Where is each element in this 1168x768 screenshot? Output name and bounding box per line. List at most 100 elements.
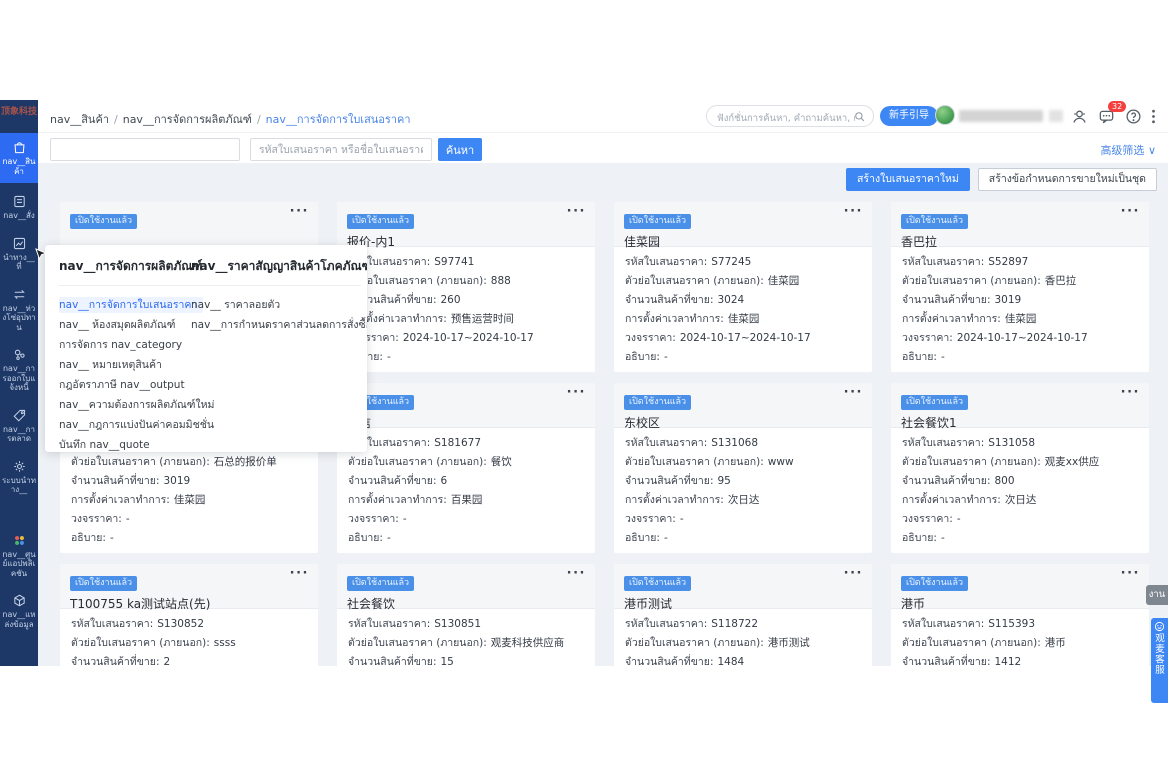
card-more-button[interactable]: ··· [844,385,863,400]
username-blurred [959,110,1043,122]
menu-item-col2-1[interactable]: nav__การกำหนดราคาส่วนลดการสั่งซื้อแบบเต็… [191,315,367,335]
menu-item-col1-7[interactable]: บันทึก nav__quote [59,435,193,452]
quotation-card: เปิดใช้งานแล้ว ··· 微信 รหัสใบเสนอราคา:S18… [337,383,595,553]
card-field-count: จำนวนสินค้าที่ขาย: 3024 [625,294,745,306]
help-icon[interactable] [1125,108,1142,125]
nodes-icon [0,347,38,362]
sidebar-item-4[interactable]: nav__การออกใบแจ้งหนี้ [0,343,38,397]
app-window: nav__สินค้า / nav__การจัดการผลิตภัณฑ์ / nav_… [0,100,1168,666]
status-badge: เปิดใช้งานแล้ว [624,395,692,410]
card-field-count: จำนวนสินค้าที่ขาย: 1412 [902,656,1022,666]
card-field-count: จำนวนสินค้าที่ขาย: 95 [625,475,731,487]
status-badge: เปิดใช้งานแล้ว [70,576,138,591]
customer-service-tab[interactable]: 观麦客服 [1151,618,1168,703]
avatar[interactable] [935,105,955,125]
breadcrumb-separator: / [256,113,261,126]
card-field-code: รหัสใบเสนอราคา: S131058 [902,437,1035,449]
more-menu-icon[interactable] [1145,108,1157,125]
card-more-button[interactable]: ··· [290,566,309,581]
search-button[interactable]: ค้นหา [438,138,482,161]
menu-item-col1-5[interactable]: nav__ความต้องการผลิตภัณฑ์ใหม่ [59,395,214,415]
quotation-card: เปิดใช้งานแล้ว ··· 港币测试 รหัสใบเสนอราคา: S… [614,564,872,666]
card-field-schedule: การตั้งค่าเวลาทำการ: 佳菜园 [625,313,760,325]
card-title: 社会餐饮 [347,597,396,611]
create-quotation-button[interactable]: สร้างใบเสนอราคาใหม่ [846,168,970,191]
card-field-alias: ตัวย่อใบเสนอราคา (ภายนอก): 观麦xx供应 [902,456,1100,468]
card-more-button[interactable]: ··· [844,204,863,219]
card-more-button[interactable]: ··· [567,385,586,400]
top-bar: nav__สินค้า / nav__การจัดการผลิตภัณฑ์ / nav_… [38,100,1168,133]
card-field-schedule: การตั้งค่าเวลาทำการ: 次日达 [902,494,1037,506]
batch-create-button[interactable]: สร้างข้อกำหนดการขายใหม่เป็นชุด [977,168,1157,191]
quotation-card: เปิดใช้งานแล้ว ··· 佳菜园 รหัสใบเสนอราคา: S7… [614,202,872,372]
card-field-alias: ตัวย่อใบเสนอราคา (ภายนอก): 香巴拉 [902,275,1077,287]
task-tab[interactable]: งาน [1146,585,1168,605]
card-more-button[interactable]: ··· [1121,204,1140,219]
chart-icon [0,236,38,251]
card-field-alias: ตัวย่อใบเสนอราคา (ภายนอก): 港币 [902,637,1066,649]
card-field-code: รหัสใบเสนอราคา: S52897 [902,256,1029,268]
page-actions: สร้างใบเสนอราคาใหม่ สร้างข้อกำหนดการขายใ… [846,168,1157,191]
breadcrumb-item[interactable]: nav__การจัดการผลิตภัณฑ์ [123,113,252,126]
card-field-code: รหัสใบเสนอราคา: S115393 [902,618,1035,630]
support-agent-icon[interactable] [1071,108,1088,125]
chevron-down-icon: ∨ [1147,144,1156,157]
card-field-schedule: การตั้งค่าเวลาทำการ: 次日达 [625,494,760,506]
sidebar-item-1[interactable]: nav__สั่ง [0,190,38,225]
mouse-cursor [35,246,48,265]
sidebar-item-0[interactable]: nav__สินค้า [0,133,38,183]
menu-item-col1-0[interactable]: nav__การจัดการใบเสนอราคา [59,295,204,315]
sidebar-item-7[interactable]: nav__ศูนย์แอปพลิเคชัน [0,529,38,583]
tag-icon [0,408,38,423]
order-icon [0,194,38,209]
sidebar-item-8[interactable]: nav__แหล่งข้อมูล [0,589,38,633]
card-field-count: จำนวนสินค้าที่ขาย: 2 [71,656,171,666]
status-badge: เปิดใช้งานแล้ว [347,576,415,591]
menu-item-col1-1[interactable]: nav__ ห้องสมุดผลิตภัณฑ์ [59,315,193,335]
card-field-count: จำนวนสินค้าที่ขาย: 1484 [625,656,745,666]
menu-item-col2-0[interactable]: nav__ ราคาลอยตัว [191,295,361,315]
card-title: 港币 [901,597,926,611]
menu-item-col1-6[interactable]: nav__กฎการแบ่งปันค่าคอมมิชชั่น [59,415,214,435]
card-more-button[interactable]: ··· [567,204,586,219]
breadcrumb-separator: / [114,113,118,126]
menu-col1-header: nav__การจัดการผลิตภัณฑ์ [59,257,202,286]
global-search [706,105,874,129]
card-field-cycle: วงจรราคา: 2024-10-17~2024-10-17 [902,332,1088,344]
menu-item-col1-3[interactable]: nav__ หมายเหตุสินค้า [59,355,193,375]
card-more-button[interactable]: ··· [290,204,309,219]
sidebar-item-6[interactable]: ระบบนำทาง__ [0,455,38,499]
newbie-guide-button[interactable]: 新手引导 [880,106,938,126]
card-field-count: จำนวนสินค้าที่ขาย: 800 [902,475,1015,487]
sidebar-item-2[interactable]: นำทาง__ที่ [0,232,38,276]
card-field-cycle: วงจรราคา:- [71,513,130,525]
card-field-alias: ตัวย่อใบเสนอราคา (ภายนอก): www [625,456,794,468]
service-tab-label: 观麦客服 [1153,633,1164,675]
card-title: 港币测试 [624,597,673,611]
card-more-button[interactable]: ··· [1121,566,1140,581]
breadcrumb-item[interactable]: nav__สินค้า [50,113,109,126]
filter-input-secondary[interactable] [50,138,240,161]
card-more-button[interactable]: ··· [1121,385,1140,400]
card-field-cycle: วงจรราคา: 2024-10-17~2024-10-17 [348,332,534,344]
quotation-card: เปิดใช้งานแล้ว ··· 东校区 รหัสใบเสนอราคา: S1… [614,383,872,553]
search-icon [855,112,865,122]
menu-item-col1-4[interactable]: กฎอัตราภาษี nav__output [59,375,193,395]
global-search-input[interactable] [717,108,855,129]
card-more-button[interactable]: ··· [844,566,863,581]
card-field-count: จำนวนสินค้าที่ขาย: 15 [348,656,454,666]
quotation-card: เปิดใช้งานแล้ว ··· 港币 รหัสใบเสนอราคา: S11… [891,564,1149,666]
card-field-code: รหัสใบเสนอราคา: S181677 [348,437,481,449]
menu-item-col1-2[interactable]: การจัดการ nav_category [59,335,193,355]
card-field-schedule: การตั้งค่าเวลาทำการ: 佳菜园 [71,494,206,506]
card-field-alias: ตัวย่อใบเสนอราคา (ภายนอก): 港币测试 [625,637,810,649]
sidebar-item-3[interactable]: nav__ห่วงโซ่อุปทาน [0,283,38,337]
status-badge: เปิดใช้งานแล้ว [901,214,969,229]
card-more-button[interactable]: ··· [567,566,586,581]
quotation-search-input[interactable] [250,138,432,161]
card-title: 香巴拉 [901,235,938,249]
sidebar-item-5[interactable]: nav__การตลาด [0,404,38,448]
card-title: T100755 ka测试站点(先) [70,597,211,611]
quotation-card: เปิดใช้งานแล้ว ··· 报价-内1 รหัสใบเสนอราคา:… [337,202,595,372]
advanced-filter-link[interactable]: 高级筛选 ∨ [1100,142,1156,158]
